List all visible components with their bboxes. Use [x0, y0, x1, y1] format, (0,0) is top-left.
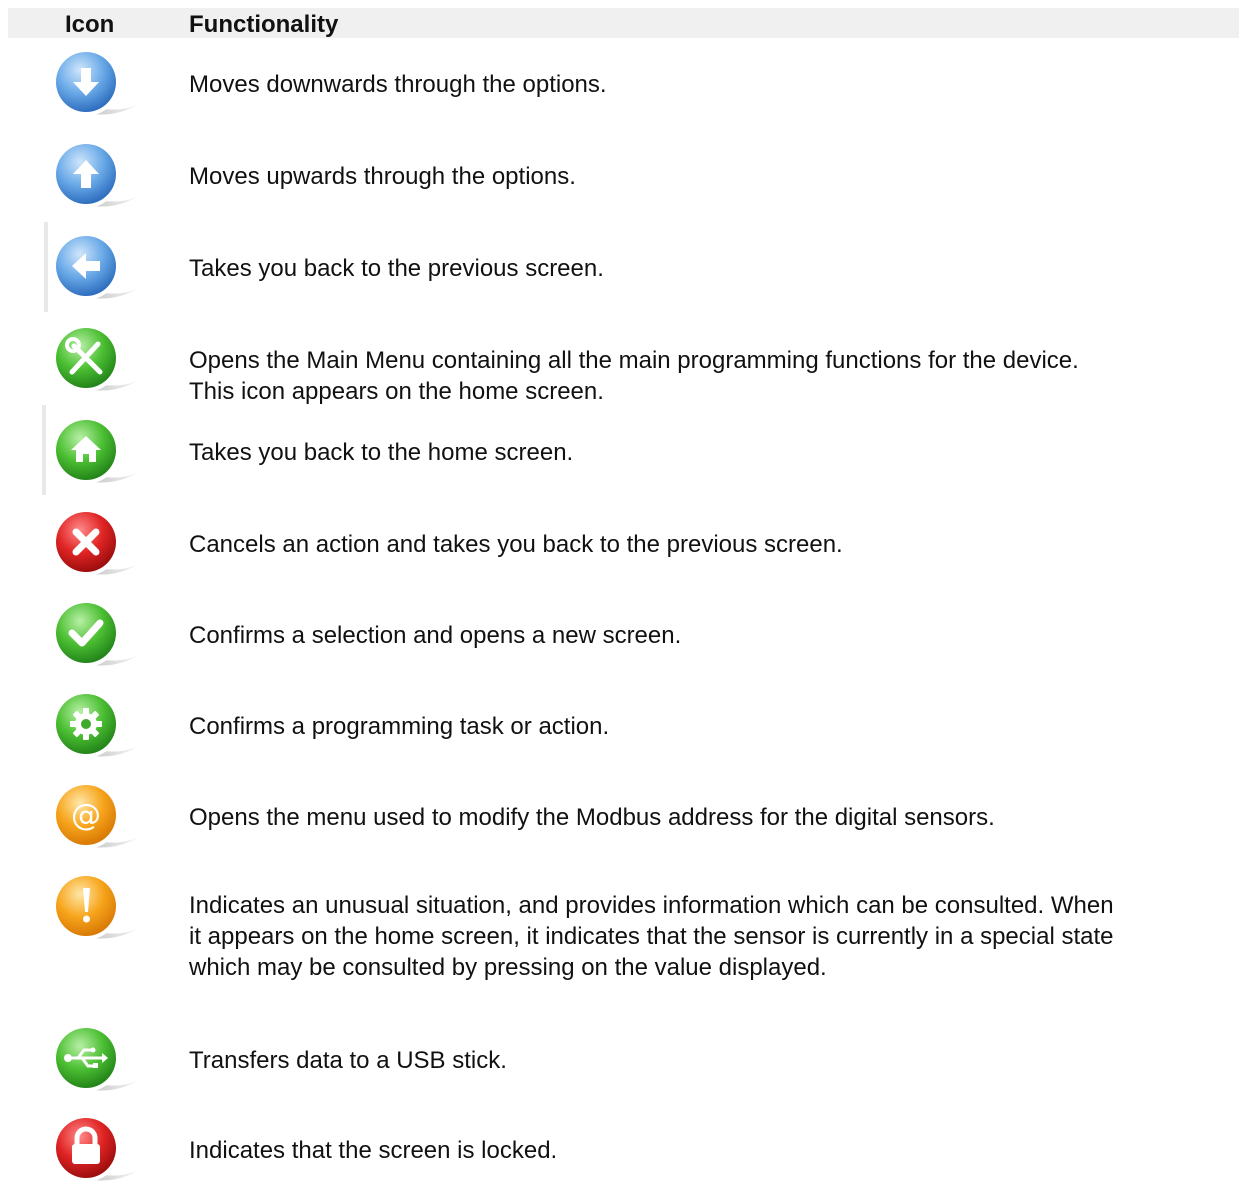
header-icon-label: Icon — [65, 11, 115, 38]
row-description: Indicates an unusual situation, and prov… — [189, 892, 1114, 919]
wrench-screwdriver-icon — [44, 320, 140, 400]
row-description: Opens the Main Menu containing all the m… — [189, 347, 1079, 374]
lock-icon — [44, 1110, 140, 1190]
exclamation-icon — [44, 868, 140, 948]
checkmark-icon — [44, 595, 140, 675]
home-icon — [44, 412, 140, 492]
row-description: Takes you back to the home screen. — [189, 439, 574, 466]
row-description: which may be consulted by pressing on th… — [189, 954, 827, 981]
row-description: Takes you back to the previous screen. — [189, 255, 604, 282]
gear-icon — [44, 686, 140, 766]
row-description: Confirms a programming task or action. — [189, 713, 610, 740]
row-description: Moves downwards through the options. — [189, 71, 607, 98]
arrow-up-icon — [44, 136, 140, 216]
arrow-left-icon — [44, 228, 140, 308]
header-functionality-label: Functionality — [189, 11, 339, 38]
usb-icon — [44, 1020, 140, 1100]
at-sign-icon: @ — [44, 777, 140, 857]
row-description: This icon appears on the home screen. — [189, 378, 604, 405]
cross-icon — [44, 504, 140, 584]
row-description: Indicates that the screen is locked. — [189, 1137, 558, 1164]
row-description: Cancels an action and takes you back to … — [189, 531, 843, 558]
table-header: Icon Functionality — [8, 8, 1239, 38]
arrow-down-icon — [44, 44, 140, 124]
row-description: it appears on the home screen, it indica… — [189, 923, 1114, 950]
svg-text:@: @ — [71, 798, 101, 833]
row-description: Opens the menu used to modify the Modbus… — [189, 804, 995, 831]
row-description: Moves upwards through the options. — [189, 163, 576, 190]
row-description: Transfers data to a USB stick. — [189, 1047, 507, 1074]
row-description: Confirms a selection and opens a new scr… — [189, 622, 682, 649]
